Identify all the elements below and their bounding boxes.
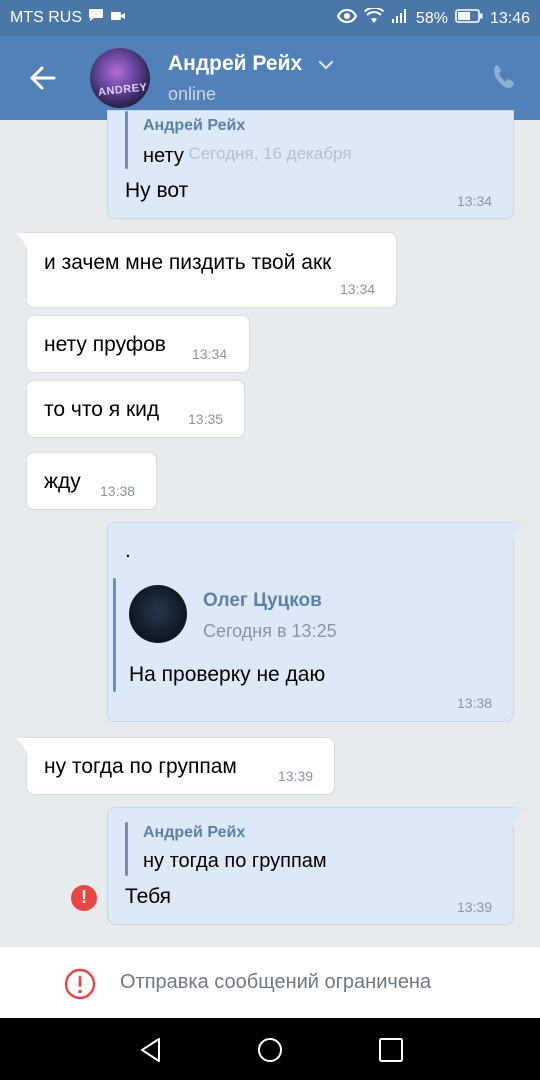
forwarded-author-avatar[interactable] [129, 585, 187, 643]
contact-status: online [168, 84, 217, 104]
avatar-logo-text: ANDREY [97, 81, 148, 99]
message-bubble-outgoing[interactable]: . Олег Цуцков Сегодня в 13:25 На проверк… [107, 522, 526, 722]
message-text: нету пруфов [44, 333, 166, 356]
message-time: 13:38 [457, 695, 493, 711]
message-time: 13:38 [100, 483, 136, 499]
error-icon[interactable]: ! [71, 885, 97, 911]
message-text: . [125, 539, 131, 562]
messaging-restricted-bar: Отправка сообщений ограничена [0, 946, 540, 1019]
message-time: 13:34 [457, 193, 493, 209]
message-time: 13:34 [192, 346, 228, 362]
message-bubble-incoming[interactable]: то что я кид 13:35 [26, 380, 245, 438]
contact-name[interactable]: Андрей Рейх [168, 52, 302, 76]
system-navigation-bar [0, 1018, 540, 1080]
restriction-text: Отправка сообщений ограничена [120, 971, 432, 993]
message-time: 13:39 [457, 899, 493, 915]
back-button[interactable] [22, 60, 62, 96]
status-bar: MTS RUS 58% 13:46 [0, 0, 540, 36]
message-text: жду [44, 470, 81, 493]
clock: 13:46 [489, 9, 530, 27]
reply-quote-bar [125, 822, 128, 876]
message-text: ну тогда по группам [44, 755, 237, 778]
forwarded-text: На проверку не даю [129, 663, 326, 686]
message-text: то что я кид [44, 398, 160, 421]
message-text: Ну вот [125, 179, 189, 202]
message-bubble-incoming[interactable]: жду 13:38 [26, 452, 157, 510]
message-time: 13:35 [188, 411, 224, 427]
message-time: 13:39 [278, 768, 314, 784]
call-button[interactable] [490, 62, 520, 92]
nav-home-button[interactable] [256, 1036, 284, 1064]
reply-author: Андрей Рейх [143, 824, 246, 841]
message-text: и зачем мне пиздить твой акк [44, 251, 332, 274]
nav-back-icon [141, 1038, 160, 1062]
date-divider: Сегодня, 16 декабря [188, 144, 352, 163]
message-time: 13:34 [340, 281, 376, 297]
nav-recents-button[interactable] [377, 1036, 405, 1064]
forwarded-author-name[interactable]: Олег Цуцков [203, 590, 322, 612]
warning-circle-icon [64, 968, 96, 1005]
message-bubble-incoming[interactable]: нету пруфов 13:34 [26, 315, 250, 373]
bubble-tail [512, 523, 526, 545]
chat-bubble-icon [88, 8, 104, 27]
wifi-icon [363, 6, 385, 29]
video-camera-icon [110, 9, 126, 27]
message-bubble-outgoing[interactable]: Андрей Рейх ну тогда по группам Тебя 13:… [107, 807, 526, 925]
bubble-tail [512, 808, 526, 830]
bubble-tail [15, 233, 29, 255]
nav-home-icon [258, 1038, 282, 1062]
bubble-tail [15, 738, 29, 760]
battery-icon [455, 9, 483, 28]
chevron-down-icon[interactable] [318, 58, 334, 76]
forwarded-date: Сегодня в 13:25 [203, 621, 337, 641]
eye-icon [336, 8, 358, 28]
back-arrow-icon [30, 66, 56, 90]
nav-recents-icon [379, 1038, 403, 1062]
reply-text: ну тогда по группам [143, 850, 327, 872]
carrier-name: MTS RUS [10, 8, 82, 26]
message-bubble-incoming[interactable]: и зачем мне пиздить твой акк 13:34 [15, 232, 397, 308]
nav-back-button[interactable] [137, 1036, 165, 1064]
chat-header: ANDREY Андрей Рейх online [0, 36, 540, 120]
reply-quote-bar [125, 111, 128, 169]
phone-icon [494, 65, 514, 88]
message-bubble-incoming[interactable]: ну тогда по группам 13:39 [15, 737, 335, 795]
forward-quote-bar [113, 578, 116, 692]
contact-avatar[interactable]: ANDREY [90, 48, 150, 108]
battery-percent: 58% [415, 9, 448, 27]
message-text: Тебя [125, 885, 172, 908]
signal-icon [391, 8, 409, 29]
